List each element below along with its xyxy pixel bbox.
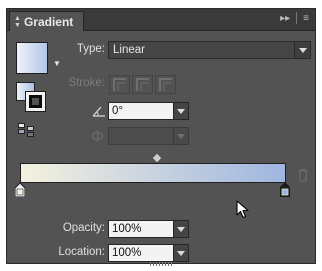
gradient-panel: ▲▼ Gradient ▸▸ ≡ ▼ Type: Linear Stroke:	[6, 8, 316, 264]
angle-input[interactable]: 0°	[108, 102, 174, 120]
angle-icon	[92, 106, 105, 117]
stroke-across-button	[155, 75, 176, 94]
stroke-within-button	[109, 75, 130, 94]
gradient-tab[interactable]: ▲ ▼ Gradient	[9, 11, 85, 31]
separator	[296, 12, 298, 24]
location-label: Location:	[58, 246, 105, 258]
panel-menu-icon[interactable]: ≡	[303, 13, 309, 24]
location-value: 100%	[112, 247, 142, 259]
type-dropdown[interactable]: Linear	[108, 41, 311, 59]
gradient-stop-end[interactable]	[280, 183, 290, 197]
panel-resize-grip[interactable]	[150, 262, 174, 266]
stroke-across-icon	[159, 78, 172, 91]
aspect-ratio-input	[108, 127, 174, 145]
aspect-ratio-dropdown-button	[173, 127, 189, 145]
panel-tab-bar: ▲ ▼ Gradient ▸▸ ≡	[7, 9, 315, 31]
gradient-thumbnail[interactable]	[16, 42, 48, 74]
expand-icon[interactable]: ▸▸	[280, 13, 290, 24]
location-dropdown-button[interactable]	[173, 244, 189, 262]
panel-title: Gradient	[23, 14, 74, 29]
tab-collapse-icon[interactable]: ▲ ▼	[14, 15, 21, 29]
gradient-midpoint-diamond[interactable]	[152, 153, 162, 163]
stroke-label: Stroke:	[68, 77, 105, 89]
fill-stroke-indicator[interactable]	[16, 82, 46, 112]
trash-icon	[298, 168, 308, 182]
location-input[interactable]: 100%	[108, 244, 174, 262]
panel-controls: ▸▸ ≡	[280, 12, 309, 24]
stroke-swatch[interactable]	[26, 92, 45, 111]
stroke-within-icon	[113, 78, 126, 91]
gradient-presets-caret-icon[interactable]: ▼	[53, 59, 61, 68]
gradient-slider[interactable]	[20, 163, 286, 183]
stroke-along-button	[132, 75, 153, 94]
angle-value: 0°	[112, 105, 123, 117]
stroke-along-icon	[136, 78, 149, 91]
opacity-dropdown-button[interactable]	[173, 220, 189, 238]
type-value: Linear	[113, 44, 145, 56]
chevron-down-icon[interactable]	[294, 42, 310, 58]
gradient-stop-start[interactable]	[15, 183, 25, 197]
angle-dropdown-button[interactable]	[173, 102, 189, 120]
opacity-value: 100%	[112, 223, 142, 235]
aspect-ratio-icon	[91, 130, 104, 142]
type-label: Type:	[76, 43, 105, 55]
mouse-pointer-icon	[236, 200, 249, 219]
reverse-gradient-icon[interactable]	[18, 123, 34, 137]
opacity-label: Opacity:	[62, 222, 105, 234]
opacity-input[interactable]: 100%	[108, 220, 174, 238]
